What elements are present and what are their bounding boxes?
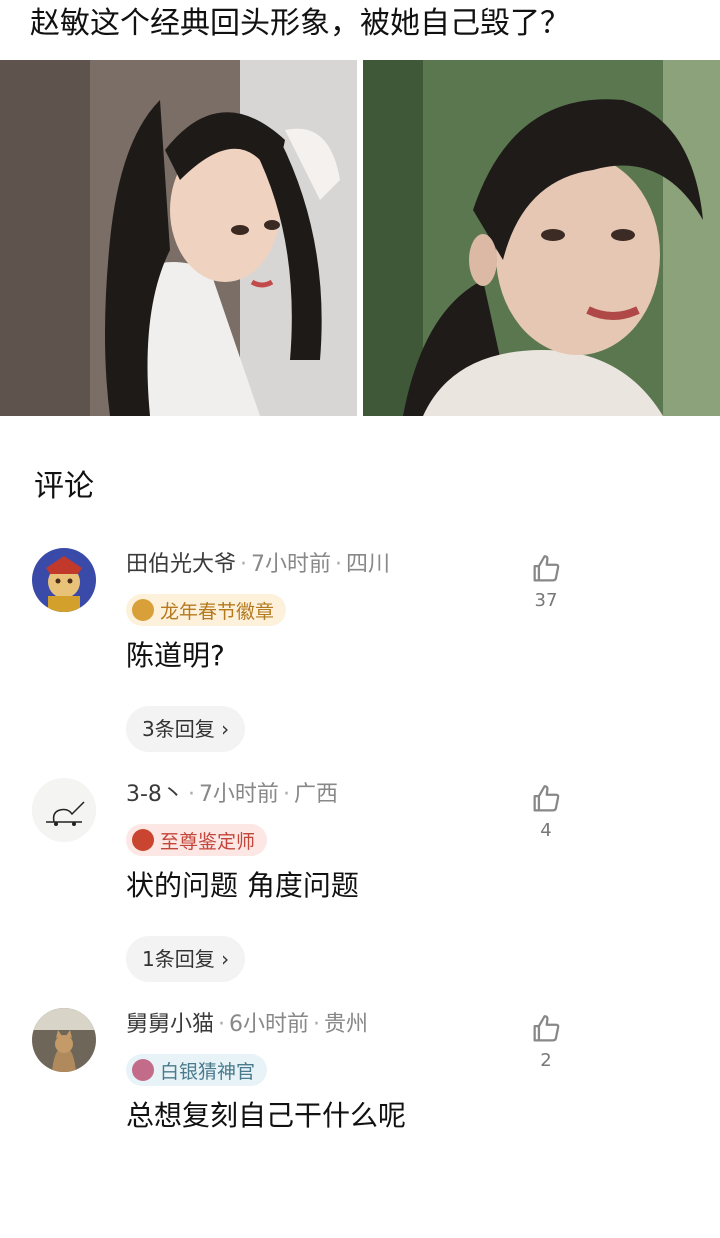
comment-meta: 田伯光大爷 · 7小时前 · 四川 [126, 552, 391, 577]
badge-label: 白银猜神官 [160, 1060, 256, 1083]
like-count: 2 [540, 1050, 552, 1071]
comment-text: 陈道明? [126, 639, 225, 672]
comment-text: 状的问题 角度问题 [126, 869, 359, 902]
user-badge[interactable]: 白银猜神官 [126, 1054, 268, 1086]
username[interactable]: 田伯光大爷 [126, 552, 236, 577]
like-button[interactable]: 2 [526, 1012, 566, 1071]
comment-text: 总想复刻自己干什么呢 [126, 1099, 407, 1132]
comment-item: 3-8丶 · 7小时前 · 广西 至尊鉴定师 状的问题 角度问题 1条回复 › 4 [0, 778, 720, 1008]
avatar[interactable] [32, 1008, 96, 1072]
user-badge[interactable]: 至尊鉴定师 [126, 824, 268, 856]
comment-item: 田伯光大爷 · 7小时前 · 四川 龙年春节徽章 陈道明? 3条回复 › 37 [0, 548, 720, 778]
thumbs-up-icon [533, 555, 560, 582]
username[interactable]: 舅舅小猫 [126, 1012, 214, 1037]
comment-meta: 3-8丶 · 7小时前 · 广西 [126, 782, 338, 807]
post-title: 赵敏这个经典回头形象，被她自己毁了？ [30, 6, 570, 41]
post-image-older[interactable] [363, 60, 720, 416]
like-button[interactable]: 4 [526, 782, 566, 841]
medal-badge-icon [132, 829, 154, 851]
like-count: 4 [540, 820, 552, 841]
comment-meta: 舅舅小猫 · 6小时前 · 贵州 [126, 1012, 369, 1037]
comment-time: 7小时前 [251, 552, 332, 577]
comment-location: 四川 [346, 552, 391, 577]
like-button[interactable]: 37 [526, 552, 566, 611]
thumbs-up-icon [533, 1015, 560, 1042]
view-replies-button[interactable]: 3条回复 › [126, 706, 246, 752]
comment-time: 7小时前 [198, 782, 279, 807]
badge-label: 龙年春节徽章 [160, 600, 275, 623]
badge-label: 至尊鉴定师 [160, 830, 256, 853]
post-image-young[interactable] [0, 60, 357, 416]
comment-location: 广西 [293, 782, 338, 807]
like-count: 37 [534, 590, 558, 611]
avatar[interactable] [32, 548, 96, 612]
avatar[interactable] [32, 778, 96, 842]
silver-badge-icon [132, 1059, 154, 1081]
thumbs-up-icon [533, 785, 560, 812]
username[interactable]: 3-8丶 [126, 782, 184, 807]
comment-location: 贵州 [324, 1012, 369, 1037]
user-badge[interactable]: 龙年春节徽章 [126, 594, 287, 626]
dragon-badge-icon [132, 599, 154, 621]
post-images[interactable] [0, 60, 720, 416]
comments-heading: 评论 [34, 469, 94, 504]
comment-item: 舅舅小猫 · 6小时前 · 贵州 白银猜神官 总想复刻自己干什么呢 2 [0, 1008, 720, 1238]
view-replies-button[interactable]: 1条回复 › [126, 936, 246, 982]
comment-time: 6小时前 [229, 1012, 310, 1037]
